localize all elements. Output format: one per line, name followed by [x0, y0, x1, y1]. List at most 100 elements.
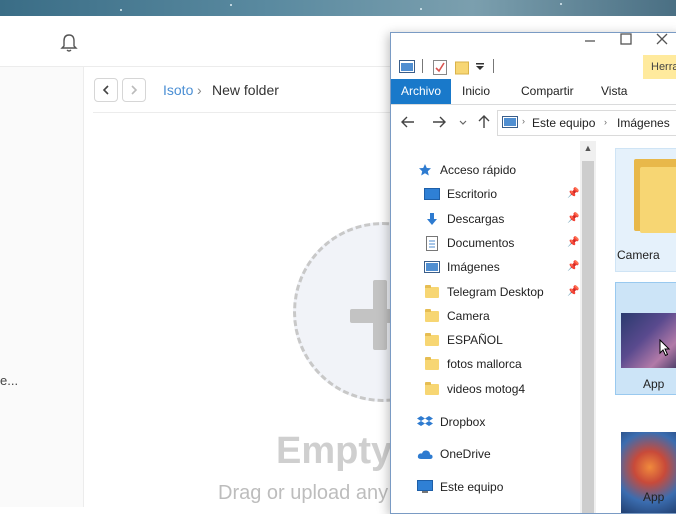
nav-dropbox[interactable]: Dropbox [417, 411, 485, 433]
nav-label: Imágenes [447, 260, 500, 274]
new-folder-icon[interactable] [455, 60, 469, 75]
breadcrumb-separator: › [197, 82, 202, 98]
address-input[interactable]: › Este equipo › Imágenes [497, 110, 676, 136]
nav-label: Dropbox [440, 415, 486, 429]
nav-item-fotos-mallorca[interactable]: fotos mallorca [424, 353, 522, 375]
content-divider [93, 112, 393, 113]
file-label: Camera [617, 248, 660, 262]
tab-inicio[interactable]: Inicio [462, 79, 490, 104]
tab-compartir[interactable]: Compartir [521, 79, 574, 104]
pin-icon[interactable]: 📌 [567, 261, 579, 272]
empty-state-subtitle: Drag or upload any [218, 482, 389, 504]
pin-icon[interactable]: 📌 [567, 188, 579, 199]
bell-icon[interactable] [60, 33, 78, 53]
customize-toolbar-dropdown-icon[interactable] [475, 63, 485, 71]
address-segment-este-equipo[interactable]: Este equipo [532, 116, 595, 130]
address-bar: › Este equipo › Imágenes [391, 107, 676, 139]
app-sidebar [0, 67, 84, 507]
folder-icon [424, 284, 440, 300]
nav-item-espanol[interactable]: ESPAÑOL [424, 329, 503, 351]
tab-vista[interactable]: Vista [601, 79, 627, 104]
forward-arrow-icon[interactable] [432, 116, 446, 128]
nav-item-escritorio[interactable]: Escritorio [424, 183, 497, 205]
cloud-icon [417, 446, 433, 462]
nav-label: Escritorio [447, 187, 498, 201]
nav-quick-access[interactable]: Acceso rápido [417, 159, 516, 181]
address-separator: › [604, 117, 607, 127]
nav-item-imagenes[interactable]: Imágenes [424, 256, 500, 278]
nav-label: Descargas [447, 212, 505, 226]
nav-label: OneDrive [440, 447, 491, 461]
nav-label: videos motog4 [447, 382, 526, 396]
window-icon [399, 60, 415, 73]
contextual-tab-tools[interactable]: Herra [643, 55, 676, 80]
nav-label: ESPAÑOL [447, 333, 503, 347]
address-segment-imagenes[interactable]: Imágenes [617, 116, 670, 130]
recent-locations-chevron-icon[interactable] [459, 120, 467, 126]
maximize-icon [620, 33, 632, 45]
breadcrumb-current: New folder [212, 82, 279, 98]
nav-este-equipo[interactable]: Este equipo [417, 476, 503, 498]
pin-icon[interactable]: 📌 [567, 213, 579, 224]
sidebar-truncated-label[interactable]: e... [0, 373, 18, 388]
navigation-pane: Acceso rápido Escritorio 📌 Descargas 📌 D… [391, 141, 596, 513]
nav-item-videos-motog4[interactable]: videos motog4 [424, 378, 525, 400]
file-list-pane: Camera App App [597, 141, 676, 513]
pin-icon[interactable]: 📌 [567, 286, 579, 297]
file-label: App [643, 490, 665, 504]
desktop-wallpaper-strip [0, 0, 676, 16]
nav-item-camera[interactable]: Camera [424, 305, 490, 327]
nav-label: Acceso rápido [440, 163, 517, 177]
download-icon [424, 211, 440, 227]
pictures-icon [502, 116, 518, 128]
file-label: App [643, 377, 665, 391]
nav-item-documentos[interactable]: Documentos [424, 232, 514, 254]
nav-label: Documentos [447, 236, 515, 250]
title-bar[interactable]: Herra [391, 33, 676, 80]
minimize-button[interactable] [584, 33, 596, 55]
back-arrow-icon[interactable] [401, 116, 415, 128]
folder-icon [424, 381, 440, 397]
chevron-left-icon [102, 85, 109, 95]
toolbar-separator-2 [493, 59, 494, 73]
chevron-right-icon [131, 85, 138, 95]
scroll-up-arrow-icon[interactable]: ▲ [580, 143, 596, 157]
breadcrumb-root-link[interactable]: Isoto [163, 82, 193, 98]
nav-label: fotos mallorca [447, 357, 522, 371]
pin-icon[interactable]: 📌 [567, 237, 579, 248]
nav-item-descargas[interactable]: Descargas [424, 208, 504, 230]
folder-icon [424, 308, 440, 324]
scrollbar-thumb[interactable] [582, 161, 594, 513]
empty-state-title: Empty [276, 430, 393, 472]
folder-icon [424, 356, 440, 372]
dropbox-icon [417, 414, 433, 430]
forward-button[interactable] [122, 78, 146, 102]
desktop-icon [424, 186, 440, 202]
nav-onedrive[interactable]: OneDrive [417, 443, 491, 465]
file-explorer-window[interactable]: Herra Archivo Inicio Compartir Vista › E… [390, 32, 676, 514]
properties-icon[interactable] [433, 60, 447, 75]
tab-archivo[interactable]: Archivo [391, 79, 452, 104]
nav-label: Telegram Desktop [447, 285, 544, 299]
plus-icon-vertical [373, 280, 387, 350]
mouse-cursor-icon [659, 339, 671, 357]
close-button[interactable] [656, 33, 668, 55]
toolbar-separator [422, 59, 423, 73]
address-separator-icon: › [522, 116, 525, 126]
star-icon [417, 162, 433, 178]
computer-icon [417, 479, 433, 495]
minimize-icon [585, 40, 595, 42]
up-arrow-icon[interactable] [478, 115, 490, 129]
nav-label: Este equipo [440, 480, 504, 494]
close-icon [656, 33, 668, 45]
nav-item-telegram-desktop[interactable]: Telegram Desktop [424, 281, 544, 303]
back-button[interactable] [94, 78, 118, 102]
nav-label: Camera [447, 309, 490, 323]
folder-icon [424, 332, 440, 348]
folder-front-icon [640, 167, 676, 233]
ribbon-tabs: Archivo Inicio Compartir Vista [391, 79, 676, 105]
pictures-icon [424, 259, 440, 275]
nav-scrollbar[interactable]: ▲ [580, 141, 596, 513]
document-icon [424, 235, 440, 251]
maximize-button[interactable] [620, 33, 632, 55]
